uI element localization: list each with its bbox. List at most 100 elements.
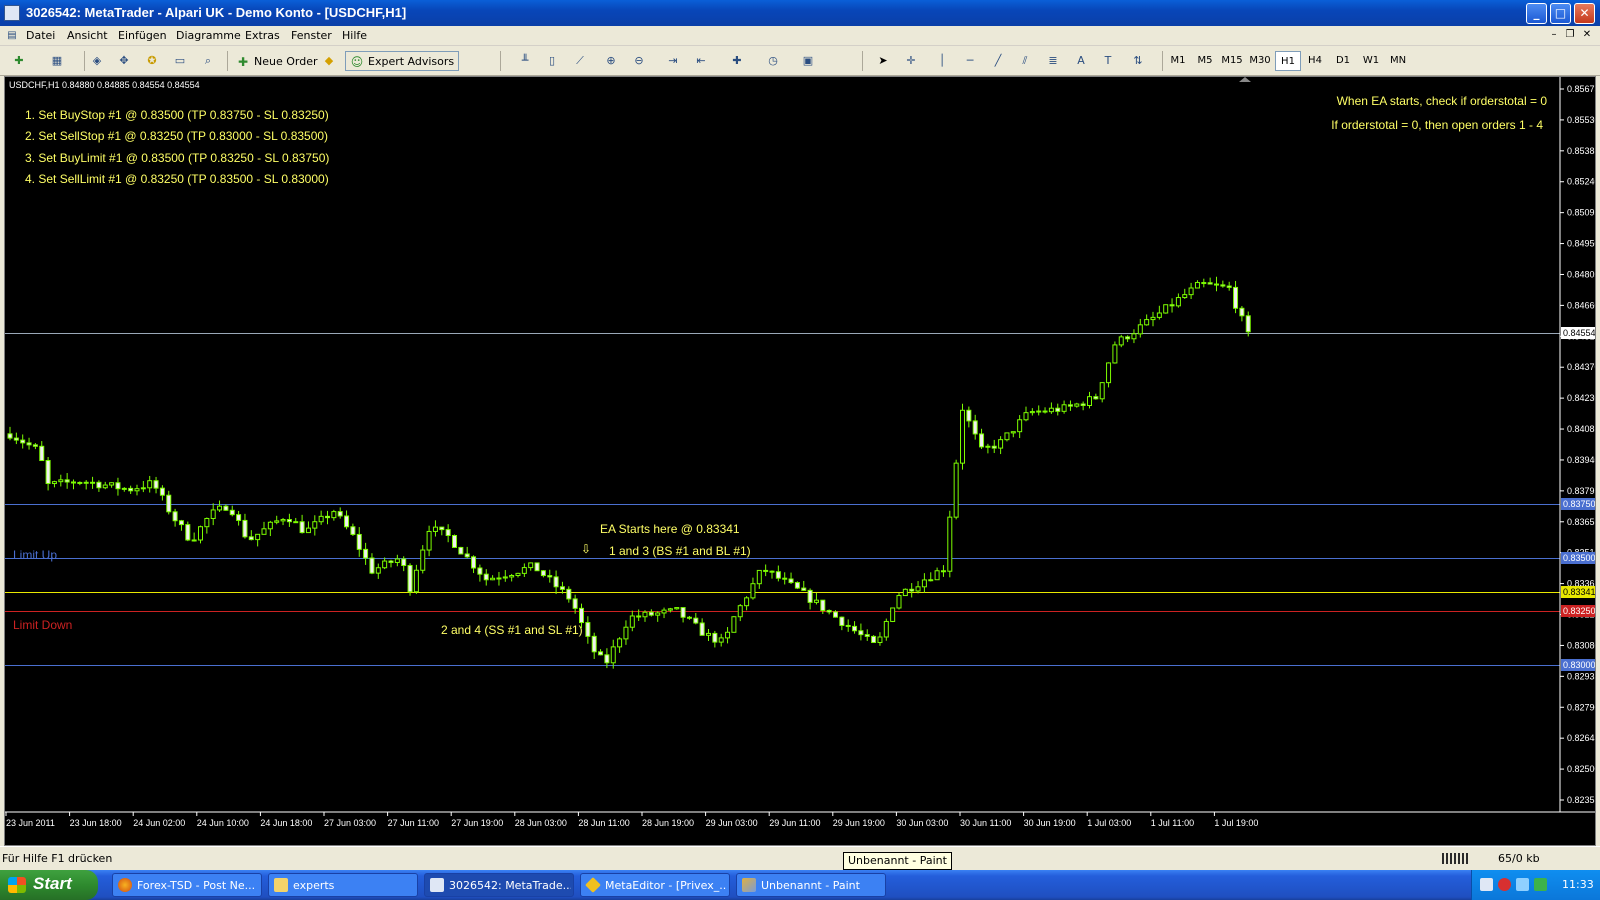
- connection-bars-icon[interactable]: [1442, 853, 1468, 864]
- timeframe-h4[interactable]: H4: [1302, 51, 1328, 71]
- candle-body: [883, 620, 889, 638]
- task-paint[interactable]: Unbenannt - Paint: [736, 873, 886, 897]
- zoom-in-icon[interactable]: ⊕: [600, 51, 622, 71]
- price-tick-label: 0.83940: [1567, 455, 1595, 465]
- task-firefox[interactable]: Forex-TSD - Post Ne...: [112, 873, 262, 897]
- candle-body: [229, 509, 235, 516]
- candle-body: [1220, 284, 1226, 287]
- menu-diagramme[interactable]: Diagramme: [176, 29, 241, 42]
- arrows-tool-icon[interactable]: ⇅: [1127, 51, 1149, 71]
- menu-einfuegen[interactable]: Einfügen: [118, 29, 167, 42]
- indicators-icon[interactable]: ✚: [726, 51, 748, 71]
- candle-body: [109, 482, 115, 486]
- auto-scroll-icon[interactable]: ⇥: [662, 51, 684, 71]
- maximize-button[interactable]: □: [1550, 3, 1571, 24]
- tester-icon[interactable]: ⌕: [197, 51, 219, 71]
- timeframe-m30[interactable]: M30: [1247, 51, 1273, 71]
- candle-body: [788, 578, 794, 584]
- text-tool-icon[interactable]: A: [1070, 51, 1092, 71]
- status-help-text: Für Hilfe F1 drücken: [2, 852, 113, 865]
- candle-body: [280, 519, 286, 522]
- menu-bar: ▤ Datei Ansicht Einfügen Diagramme Extra…: [0, 26, 1600, 46]
- candle-body: [1093, 396, 1099, 400]
- data-window-icon[interactable]: ✥: [113, 51, 135, 71]
- close-button[interactable]: ✕: [1574, 3, 1595, 24]
- document-icon[interactable]: ▤: [5, 29, 19, 43]
- task-metaeditor[interactable]: MetaEditor - [Privex_...: [580, 873, 730, 897]
- task-label: experts: [293, 879, 335, 892]
- fibonacci-icon[interactable]: ≣: [1042, 51, 1064, 71]
- tray-network-icon[interactable]: [1480, 878, 1493, 891]
- timeframe-h1[interactable]: H1: [1275, 51, 1301, 71]
- menu-ansicht[interactable]: Ansicht: [67, 29, 108, 42]
- menu-extras[interactable]: Extras: [245, 29, 280, 42]
- crosshair-icon[interactable]: ✛: [900, 51, 922, 71]
- expert-advisors-label: Expert Advisors: [368, 55, 455, 68]
- trendline-icon[interactable]: ╱: [987, 51, 1009, 71]
- expert-advisors-button[interactable]: ☺ Expert Advisors: [345, 51, 460, 71]
- mdi-minimize-button[interactable]: –: [1547, 28, 1561, 42]
- candle-body: [1036, 410, 1042, 413]
- timeframe-m1[interactable]: M1: [1165, 51, 1191, 71]
- candle-body: [178, 520, 184, 526]
- candlestick-icon[interactable]: ▯: [541, 51, 563, 71]
- templates-icon[interactable]: ▣: [797, 51, 819, 71]
- candle-body: [1099, 382, 1105, 400]
- menu-hilfe[interactable]: Hilfe: [342, 29, 367, 42]
- start-button[interactable]: Start: [0, 870, 98, 900]
- timeframe-m5[interactable]: M5: [1192, 51, 1218, 71]
- menu-fenster[interactable]: Fenster: [291, 29, 332, 42]
- candle-body: [598, 651, 604, 656]
- terminal-icon[interactable]: ▭: [169, 51, 191, 71]
- vertical-line-icon[interactable]: │: [931, 51, 953, 71]
- tray-connection-icon[interactable]: [1534, 878, 1547, 891]
- mdi-restore-button[interactable]: ❐: [1563, 28, 1577, 42]
- candle-body: [680, 607, 686, 618]
- candle-body: [1055, 407, 1061, 412]
- text-label-tool-icon[interactable]: T: [1097, 51, 1119, 71]
- chart-shift-icon[interactable]: ⇤: [690, 51, 712, 71]
- candle-body: [750, 583, 756, 599]
- price-chart[interactable]: 0.85675 0.85530 0.85385 0.85240 0.85095 0.849…: [5, 77, 1595, 845]
- chart-shift-marker-icon[interactable]: [1239, 77, 1251, 82]
- menu-datei[interactable]: Datei: [26, 29, 55, 42]
- timeframe-m15[interactable]: M15: [1219, 51, 1245, 71]
- metaeditor-icon: [585, 877, 601, 893]
- price-tick-label: 0.82790: [1567, 702, 1595, 712]
- equidistant-channel-icon[interactable]: ⫽: [1014, 51, 1036, 71]
- bar-chart-icon[interactable]: ╨: [514, 51, 536, 71]
- line-chart-icon[interactable]: ⟋: [569, 51, 591, 71]
- market-watch-icon[interactable]: ◈: [86, 51, 108, 71]
- timeframe-w1[interactable]: W1: [1358, 51, 1384, 71]
- candle-body: [693, 617, 699, 624]
- time-tick-label: 30 Jun 03:00: [896, 818, 948, 828]
- tray-messenger-icon[interactable]: [1516, 878, 1529, 891]
- profiles-icon[interactable]: ▦: [46, 51, 68, 71]
- timeframe-mn[interactable]: MN: [1385, 51, 1411, 71]
- candle-body: [1207, 282, 1213, 285]
- task-explorer[interactable]: experts: [268, 873, 418, 897]
- candle-body: [1048, 407, 1054, 413]
- zoom-out-icon[interactable]: ⊖: [628, 51, 650, 71]
- navigator-icon[interactable]: ✪: [141, 51, 163, 71]
- timeframe-d1[interactable]: D1: [1330, 51, 1356, 71]
- time-tick-label: 28 Jun 11:00: [578, 818, 629, 828]
- metaeditor-icon[interactable]: ◆: [318, 51, 340, 71]
- task-metatrader[interactable]: 3026542: MetaTrade...: [424, 873, 574, 897]
- new-chart-icon[interactable]: ✚: [8, 51, 30, 71]
- mdi-close-button[interactable]: ✕: [1580, 28, 1594, 42]
- candle-body: [77, 481, 83, 484]
- candle-body: [1239, 307, 1245, 317]
- candle-body: [909, 588, 915, 592]
- price-axis: 0.85675 0.85530 0.85385 0.85240 0.85095 0.849…: [1560, 84, 1595, 805]
- horizontal-line-icon[interactable]: ─: [959, 51, 981, 71]
- cursor-icon[interactable]: ➤: [872, 51, 894, 71]
- tray-antivirus-icon[interactable]: [1498, 878, 1511, 891]
- new-order-button[interactable]: ✚ Neue Order: [231, 51, 323, 71]
- candle-body: [420, 549, 426, 571]
- periods-icon[interactable]: ◷: [762, 51, 784, 71]
- chart-window[interactable]: 0.85675 0.85530 0.85385 0.85240 0.85095 0.849…: [4, 76, 1596, 846]
- minimize-button[interactable]: _: [1526, 3, 1547, 24]
- candle-body: [166, 494, 172, 513]
- candle-body: [452, 535, 457, 548]
